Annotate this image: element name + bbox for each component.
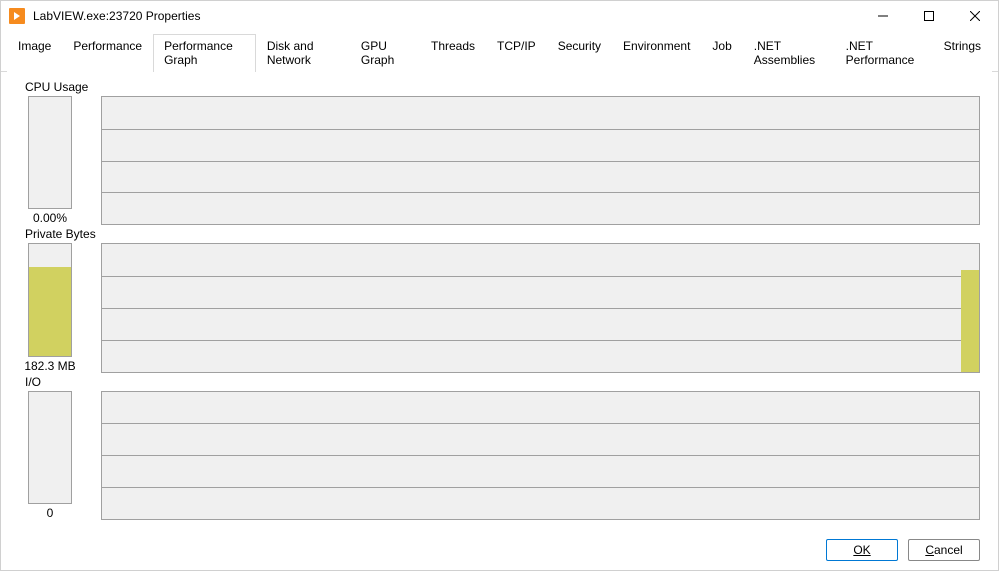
tab-security[interactable]: Security — [547, 34, 612, 72]
window-title: LabVIEW.exe:23720 Properties — [33, 9, 200, 23]
tab-performance[interactable]: Performance — [62, 34, 153, 72]
pbytes-history-graph — [101, 243, 980, 372]
cpu-usage-label: CPU Usage — [19, 80, 980, 94]
gridline — [102, 487, 979, 488]
tab-content-performance-graph: CPU Usage 0.00% Private Bytes 182.3 — [1, 72, 998, 530]
gridline — [102, 308, 979, 309]
pbytes-mini-column: 182.3 MB — [19, 243, 81, 372]
tab-image[interactable]: Image — [7, 34, 62, 72]
private-bytes-label: Private Bytes — [19, 227, 980, 241]
tab-performance-graph[interactable]: Performance Graph — [153, 34, 256, 72]
cpu-value: 0.00% — [33, 211, 67, 225]
maximize-button[interactable] — [906, 1, 952, 31]
tab-gpu-graph[interactable]: GPU Graph — [350, 34, 420, 72]
gridline — [102, 276, 979, 277]
io-mini-graph — [28, 391, 72, 504]
pbytes-mini-fill — [29, 267, 71, 356]
tab--net-assemblies[interactable]: .NET Assemblies — [743, 34, 835, 72]
history-bar — [961, 270, 979, 372]
minimize-button[interactable] — [860, 1, 906, 31]
close-button[interactable] — [952, 1, 998, 31]
pbytes-mini-graph — [28, 243, 72, 356]
tab-strings[interactable]: Strings — [933, 34, 992, 72]
io-value: 0 — [47, 506, 54, 520]
cancel-button[interactable]: Cancel — [908, 539, 980, 561]
private-bytes-section: Private Bytes 182.3 MB — [19, 227, 980, 374]
io-label: I/O — [19, 375, 980, 389]
tab-disk-and-network[interactable]: Disk and Network — [256, 34, 350, 72]
gridline — [102, 455, 979, 456]
tab-job[interactable]: Job — [701, 34, 742, 72]
dialog-footer: OK Cancel — [1, 530, 998, 570]
pbytes-value: 182.3 MB — [24, 359, 75, 373]
tab-threads[interactable]: Threads — [420, 34, 486, 72]
gridline — [102, 192, 979, 193]
window-controls — [860, 1, 998, 31]
titlebar: LabVIEW.exe:23720 Properties — [1, 1, 998, 31]
cpu-mini-graph — [28, 96, 72, 209]
ok-button-label: OK — [853, 543, 870, 557]
cpu-mini-column: 0.00% — [19, 96, 81, 225]
cancel-button-label: Cancel — [925, 543, 962, 557]
tab-tcp-ip[interactable]: TCP/IP — [486, 34, 547, 72]
app-icon — [9, 8, 25, 24]
io-mini-column: 0 — [19, 391, 81, 520]
io-section: I/O 0 — [19, 375, 980, 522]
ok-button[interactable]: OK — [826, 539, 898, 561]
gridline — [102, 423, 979, 424]
tab-strip: ImagePerformancePerformance GraphDisk an… — [1, 31, 998, 72]
tab-environment[interactable]: Environment — [612, 34, 701, 72]
io-history-graph — [101, 391, 980, 520]
gridline — [102, 129, 979, 130]
tab--net-performance[interactable]: .NET Performance — [835, 34, 933, 72]
cpu-usage-section: CPU Usage 0.00% — [19, 80, 980, 227]
gridline — [102, 340, 979, 341]
cpu-history-graph — [101, 96, 980, 225]
gridline — [102, 161, 979, 162]
